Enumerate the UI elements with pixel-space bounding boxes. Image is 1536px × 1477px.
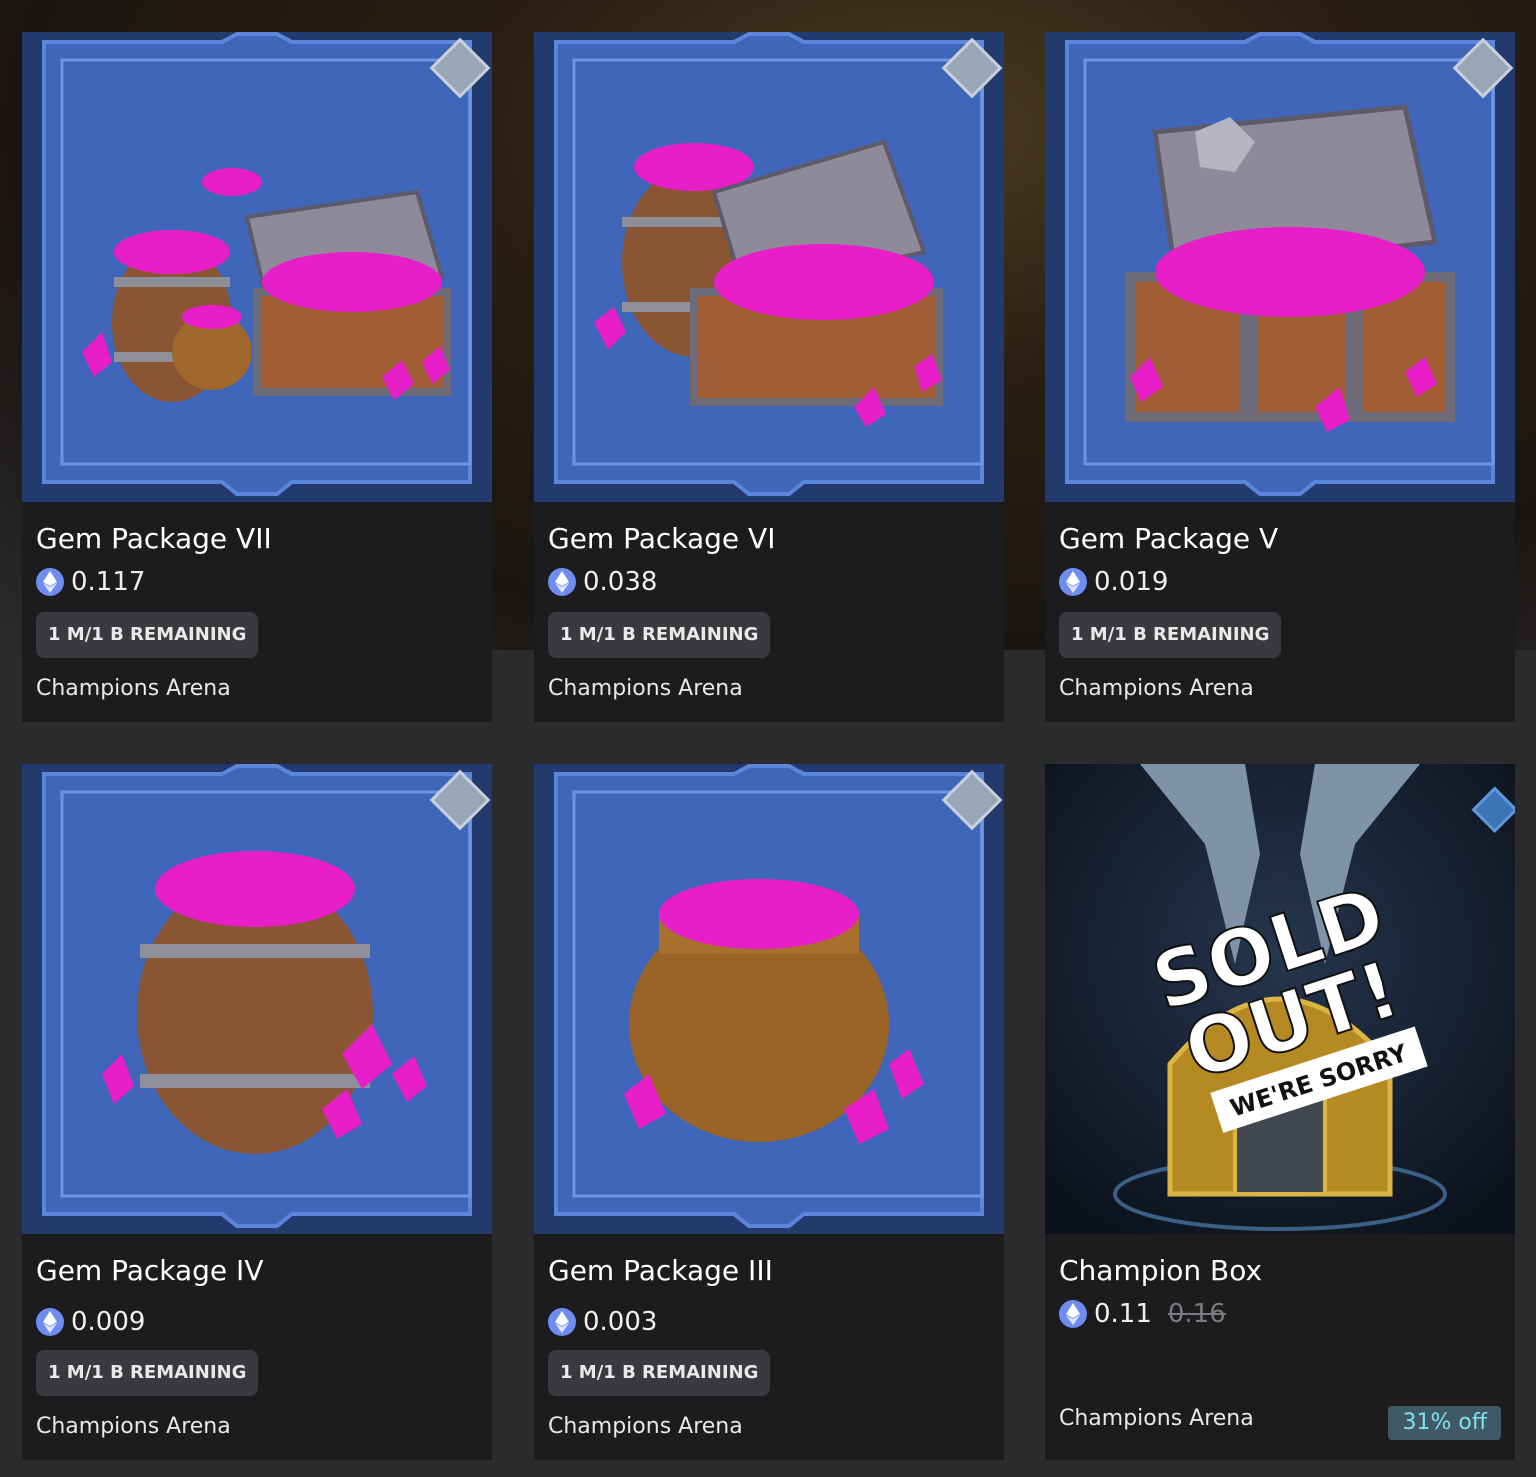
price: 0.003 xyxy=(583,1307,658,1337)
price: 0.009 xyxy=(71,1307,146,1337)
product-title[interactable]: Gem Package VII xyxy=(36,522,272,555)
product-title[interactable]: Gem Package VI xyxy=(548,522,775,555)
price-row: 0.009 xyxy=(36,1306,145,1338)
product-card[interactable]: SOLD OUT! WE'RE SORRY Champion Box 0.11 … xyxy=(1045,764,1515,1460)
ethereum-icon xyxy=(548,568,576,596)
price: 0.019 xyxy=(1094,567,1169,597)
remaining-badge: 1 M/1 B REMAINING xyxy=(1059,612,1282,658)
product-card[interactable]: Gem Package VII 0.117 1 M/1 B REMAINING … xyxy=(22,32,492,722)
price-row: 0.117 xyxy=(36,566,145,598)
collection-link[interactable]: Champions Arena xyxy=(548,1414,743,1439)
product-title[interactable]: Champion Box xyxy=(1059,1254,1262,1287)
ethereum-icon xyxy=(36,1308,64,1336)
remaining-badge: 1 M/1 B REMAINING xyxy=(36,612,259,658)
original-price: 0.16 xyxy=(1167,1299,1226,1329)
remaining-badge: 1 M/1 B REMAINING xyxy=(548,612,771,658)
gem-barrel-icon xyxy=(22,764,492,1234)
product-info: Champion Box 0.11 0.16 Champions Arena 3… xyxy=(1045,1234,1515,1460)
price-row: 0.11 0.16 xyxy=(1059,1298,1226,1330)
product-image[interactable]: SOLD OUT! WE'RE SORRY xyxy=(1045,764,1515,1234)
product-image[interactable] xyxy=(534,32,1004,502)
collection-link[interactable]: Champions Arena xyxy=(36,1414,231,1439)
product-card[interactable]: Gem Package V 0.019 1 M/1 B REMAINING Ch… xyxy=(1045,32,1515,722)
collection-link[interactable]: Champions Arena xyxy=(36,676,231,701)
price: 0.117 xyxy=(71,567,146,597)
price-row: 0.019 xyxy=(1059,566,1168,598)
price-row: 0.038 xyxy=(548,566,657,598)
remaining-badge: 1 M/1 B REMAINING xyxy=(548,1350,771,1396)
remaining-badge: 1 M/1 B REMAINING xyxy=(36,1350,259,1396)
treasure-chest-barrel-icon xyxy=(534,32,1004,502)
product-info: Gem Package V 0.019 1 M/1 B REMAINING Ch… xyxy=(1045,502,1515,722)
gem-pot-icon xyxy=(534,764,1004,1234)
product-info: Gem Package III 0.003 1 M/1 B REMAINING … xyxy=(534,1234,1004,1460)
product-info: Gem Package VII 0.117 1 M/1 B REMAINING … xyxy=(22,502,492,722)
collection-link[interactable]: Champions Arena xyxy=(548,676,743,701)
ethereum-icon xyxy=(1059,568,1087,596)
product-card[interactable]: Gem Package IV 0.009 1 M/1 B REMAINING C… xyxy=(22,764,492,1460)
product-title[interactable]: Gem Package V xyxy=(1059,522,1278,555)
product-image[interactable] xyxy=(534,764,1004,1234)
ethereum-icon xyxy=(36,568,64,596)
product-card[interactable]: Gem Package III 0.003 1 M/1 B REMAINING … xyxy=(534,764,1004,1460)
treasure-chest-barrel-pot-icon xyxy=(22,32,492,502)
champion-box-icon: SOLD OUT! WE'RE SORRY xyxy=(1045,764,1515,1234)
product-image[interactable] xyxy=(1045,32,1515,502)
product-image[interactable] xyxy=(22,32,492,502)
collection-link[interactable]: Champions Arena xyxy=(1059,676,1254,701)
price: 0.038 xyxy=(583,567,658,597)
ethereum-icon xyxy=(1059,1300,1087,1328)
product-card[interactable]: Gem Package VI 0.038 1 M/1 B REMAINING C… xyxy=(534,32,1004,722)
product-image[interactable] xyxy=(22,764,492,1234)
product-grid: Gem Package VII 0.117 1 M/1 B REMAINING … xyxy=(0,0,1536,1477)
discount-badge: 31% off xyxy=(1388,1406,1501,1440)
price: 0.11 xyxy=(1094,1299,1152,1329)
collection-link[interactable]: Champions Arena xyxy=(1059,1406,1254,1431)
ethereum-icon xyxy=(548,1308,576,1336)
product-info: Gem Package IV 0.009 1 M/1 B REMAINING C… xyxy=(22,1234,492,1460)
product-info: Gem Package VI 0.038 1 M/1 B REMAINING C… xyxy=(534,502,1004,722)
treasure-chest-icon xyxy=(1045,32,1515,502)
product-title[interactable]: Gem Package IV xyxy=(36,1254,263,1287)
product-title[interactable]: Gem Package III xyxy=(548,1254,773,1287)
price-row: 0.003 xyxy=(548,1306,657,1338)
